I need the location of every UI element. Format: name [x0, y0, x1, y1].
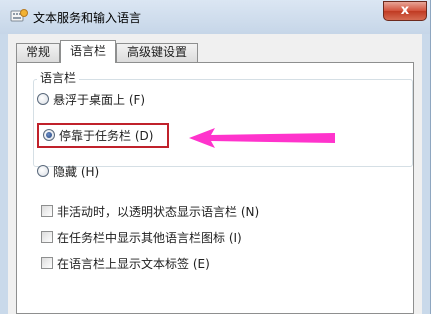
checkbox-transparent-when-inactive[interactable]: 非活动时，以透明状态显示语言栏 (N)	[41, 203, 259, 219]
radio-hidden[interactable]: 隐藏 (H)	[37, 163, 99, 179]
tab-language-bar[interactable]: 语言栏	[60, 40, 116, 63]
title-bar[interactable]: 文本服务和输入语言 x	[0, 0, 430, 34]
radio-float-on-desktop[interactable]: 悬浮于桌面上 (F)	[37, 91, 145, 107]
highlight-box	[37, 123, 169, 148]
keyboard-icon	[10, 9, 28, 22]
arrow-left-icon	[189, 128, 335, 148]
window-title: 文本服务和输入语言	[33, 11, 142, 25]
dialog-client-area: 常规 语言栏 高级键设置 语言栏 悬浮于桌面上 (F) 停靠于任务栏 (D) 隐…	[8, 34, 422, 314]
language-bar-panel: 语言栏 悬浮于桌面上 (F) 停靠于任务栏 (D) 隐藏 (H) 非活动时，以透…	[16, 62, 414, 314]
checkbox[interactable]	[41, 205, 53, 217]
radio-label: 悬浮于桌面上 (F)	[53, 92, 146, 107]
radio-button[interactable]	[37, 93, 49, 105]
dialog-window: 文本服务和输入语言 x 常规 语言栏 高级键设置 语言栏 悬浮于桌面上 (F) …	[0, 0, 431, 314]
checkbox-label: 非活动时，以透明状态显示语言栏 (N)	[57, 204, 260, 219]
tab-advanced-key-settings[interactable]: 高级键设置	[116, 43, 198, 62]
checkbox-label: 在语言栏上显示文本标签 (E)	[57, 256, 210, 271]
checkbox[interactable]	[41, 257, 53, 269]
close-icon: x	[400, 3, 410, 18]
radio-button[interactable]	[37, 165, 49, 177]
close-button[interactable]: x	[383, 1, 427, 21]
checkbox[interactable]	[41, 231, 53, 243]
checkbox-show-extra-icons[interactable]: 在任务栏中显示其他语言栏图标 (I)	[41, 229, 242, 245]
checkbox-label: 在任务栏中显示其他语言栏图标 (I)	[57, 230, 242, 245]
groupbox-title: 语言栏	[37, 69, 80, 86]
checkbox-show-text-labels[interactable]: 在语言栏上显示文本标签 (E)	[41, 255, 210, 271]
tab-general[interactable]: 常规	[16, 43, 60, 62]
radio-label: 隐藏 (H)	[53, 164, 100, 179]
